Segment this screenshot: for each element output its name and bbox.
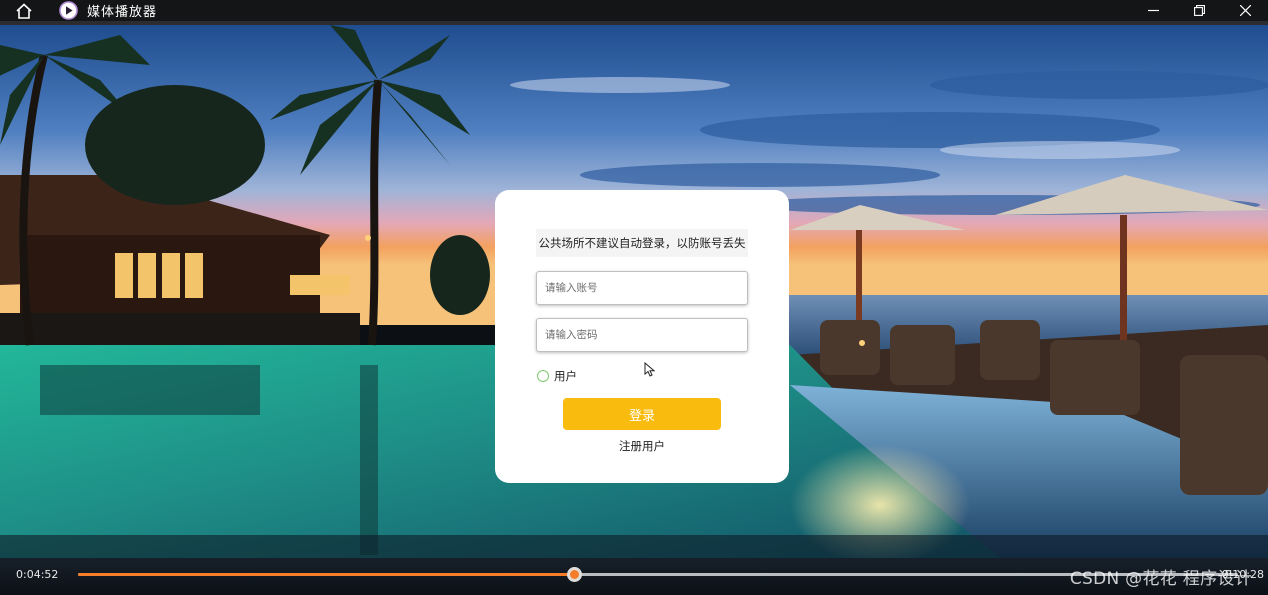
- minimize-icon[interactable]: [1130, 0, 1176, 21]
- login-notice: 公共场所不建议自动登录，以防账号丢失: [536, 229, 748, 257]
- account-input[interactable]: [536, 271, 748, 305]
- restore-icon[interactable]: [1176, 0, 1222, 21]
- radio-button[interactable]: [537, 370, 549, 382]
- play-circle-icon: [58, 1, 78, 21]
- login-card: 公共场所不建议自动登录，以防账号丢失 用户 登录 注册用户: [495, 190, 789, 483]
- media-player-window: 媒体播放器 公共场所不建议自动登录，以防账号丢失 请输入账号 用户 登录 注册用…: [0, 0, 1268, 595]
- home-icon[interactable]: [13, 2, 35, 20]
- login-button[interactable]: 登录: [563, 398, 721, 430]
- window-title: 媒体播放器: [87, 5, 158, 20]
- total-time: 0:10:28: [1221, 568, 1264, 581]
- close-icon[interactable]: [1222, 0, 1268, 21]
- mouse-cursor-icon: [644, 362, 655, 377]
- progress-bar[interactable]: [78, 567, 1238, 582]
- password-input[interactable]: [536, 318, 748, 352]
- title-bar-divider: [0, 21, 1268, 25]
- user-role-radio[interactable]: 用户: [537, 368, 577, 384]
- title-bar: 媒体播放器: [0, 0, 1268, 21]
- progress-knob[interactable]: [567, 567, 583, 582]
- current-time: 0:04:52: [16, 568, 59, 581]
- window-controls: [1130, 0, 1268, 21]
- user-role-label: 用户: [554, 369, 577, 383]
- progress-fill: [78, 573, 575, 576]
- register-link[interactable]: 注册用户: [495, 438, 789, 454]
- player-controls: 0:04:52 0:10:28 CSDN @花花 程序设计: [0, 558, 1268, 595]
